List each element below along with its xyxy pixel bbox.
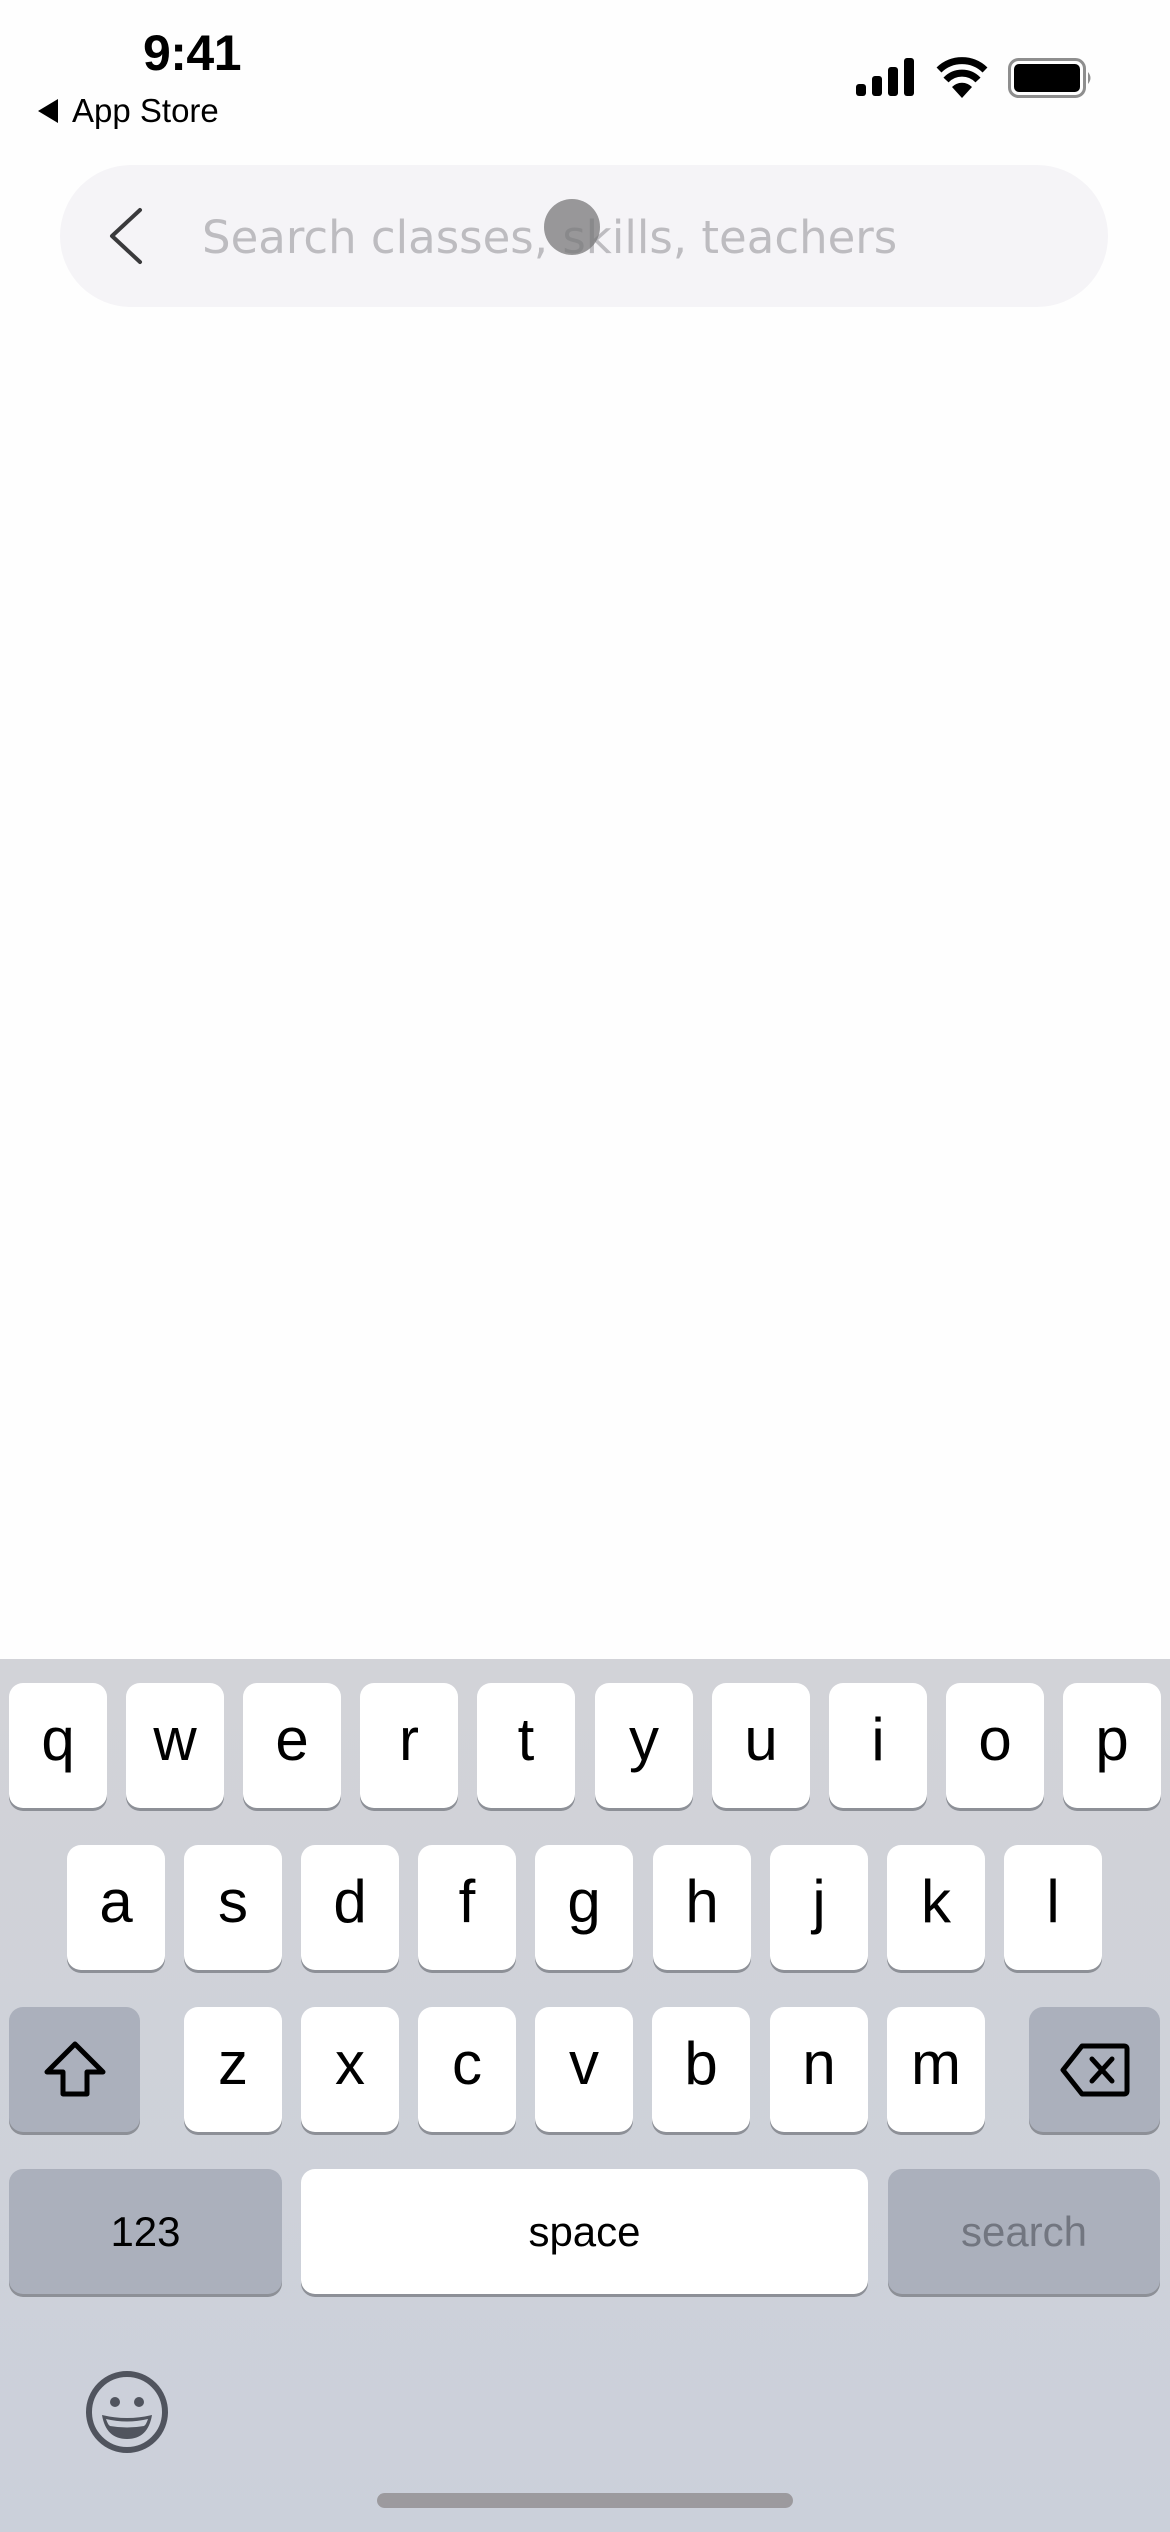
key-m-label: m — [911, 2030, 961, 2097]
space-key[interactable]: space — [301, 2169, 868, 2294]
key-r[interactable]: r — [360, 1683, 458, 1808]
key-q-label: q — [41, 1706, 75, 1773]
key-v[interactable]: v — [535, 2007, 633, 2132]
key-u-label: u — [744, 1706, 778, 1773]
key-z[interactable]: z — [184, 2007, 282, 2132]
wifi-icon — [936, 57, 988, 98]
key-k-label: k — [921, 1868, 951, 1935]
key-j-label: j — [812, 1868, 826, 1935]
key-g[interactable]: g — [535, 1845, 633, 1970]
key-p-label: p — [1095, 1706, 1129, 1773]
status-time: 9:41 — [142, 25, 242, 81]
delete-backspace-icon — [1060, 2043, 1129, 2096]
key-x-label: x — [335, 2030, 365, 2097]
delete-key[interactable] — [1029, 2007, 1160, 2132]
key-a-label: a — [99, 1868, 133, 1935]
search-return-key-label: search — [960, 2207, 1088, 2255]
key-i[interactable]: i — [829, 1683, 927, 1808]
touch-indicator — [544, 199, 600, 255]
key-v-label: v — [569, 2030, 599, 2097]
search-return-key[interactable]: search — [888, 2169, 1160, 2294]
key-u[interactable]: u — [712, 1683, 810, 1808]
back-to-app-store-link[interactable]: App Store — [38, 92, 219, 130]
emoji-icon[interactable] — [84, 2369, 170, 2455]
key-o[interactable]: o — [946, 1683, 1044, 1808]
key-s-label: s — [218, 1868, 248, 1935]
cellular-signal-icon — [856, 58, 914, 96]
key-f[interactable]: f — [418, 1845, 516, 1970]
battery-icon — [1008, 58, 1091, 98]
key-z-label: z — [218, 2030, 248, 2097]
key-r-label: r — [399, 1706, 419, 1773]
chevron-left-icon[interactable] — [108, 206, 144, 266]
numbers-key-label: 123 — [110, 2207, 181, 2255]
key-e-label: e — [275, 1706, 309, 1773]
key-a[interactable]: a — [67, 1845, 165, 1970]
key-d[interactable]: d — [301, 1845, 399, 1970]
key-k[interactable]: k — [887, 1845, 985, 1970]
search-input[interactable] — [200, 200, 1084, 274]
key-y-label: y — [629, 1706, 659, 1773]
back-app-label: App Store — [72, 92, 219, 129]
key-q[interactable]: q — [9, 1683, 107, 1808]
key-d-label: d — [333, 1868, 367, 1935]
key-h-label: h — [685, 1868, 719, 1935]
key-w-label: w — [153, 1706, 197, 1773]
key-b-label: b — [684, 2030, 718, 2097]
key-i-label: i — [871, 1706, 885, 1773]
key-o-label: o — [978, 1706, 1012, 1773]
home-indicator — [377, 2493, 793, 2508]
key-t[interactable]: t — [477, 1683, 575, 1808]
shift-key[interactable] — [9, 2007, 140, 2132]
key-c[interactable]: c — [418, 2007, 516, 2132]
back-triangle-icon — [38, 99, 58, 123]
key-n-label: n — [802, 2030, 836, 2097]
key-x[interactable]: x — [301, 2007, 399, 2132]
space-key-label: space — [528, 2207, 641, 2255]
key-b[interactable]: b — [652, 2007, 750, 2132]
key-l[interactable]: l — [1004, 1845, 1102, 1970]
key-s[interactable]: s — [184, 1845, 282, 1970]
key-n[interactable]: n — [770, 2007, 868, 2132]
key-g-label: g — [567, 1868, 601, 1935]
shift-icon — [44, 2041, 105, 2096]
key-c-label: c — [452, 2030, 482, 2097]
key-y[interactable]: y — [595, 1683, 693, 1808]
key-h[interactable]: h — [653, 1845, 751, 1970]
key-e[interactable]: e — [243, 1683, 341, 1808]
key-j[interactable]: j — [770, 1845, 868, 1970]
key-f-label: f — [458, 1868, 476, 1935]
key-t-label: t — [517, 1706, 535, 1773]
key-m[interactable]: m — [887, 2007, 985, 2132]
key-w[interactable]: w — [126, 1683, 224, 1808]
key-p[interactable]: p — [1063, 1683, 1161, 1808]
key-l-label: l — [1046, 1868, 1060, 1935]
numbers-key[interactable]: 123 — [9, 2169, 282, 2294]
